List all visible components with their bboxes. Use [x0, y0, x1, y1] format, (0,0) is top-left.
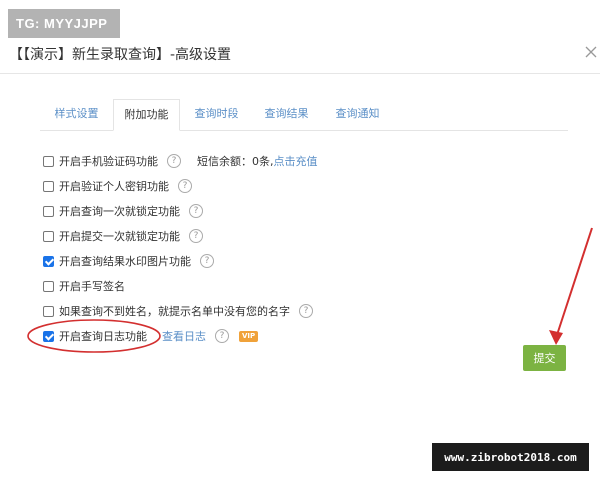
dialog-title: 【【演示】新生录取查询】-高级设置 — [9, 47, 232, 63]
checkbox[interactable] — [43, 280, 54, 292]
watermark-tag: TG: MYYJJPP — [8, 9, 120, 38]
sms-balance: 短信余额：0条, — [197, 155, 274, 168]
option-handwritten-signature: 开启手写签名 — [43, 278, 125, 294]
checkbox[interactable] — [43, 155, 54, 167]
checkbox[interactable] — [43, 205, 54, 217]
option-lock-after-query: 开启查询一次就锁定功能 ? — [43, 203, 203, 219]
option-lock-after-submit: 开启提交一次就锁定功能 ? — [43, 228, 203, 244]
option-label: 开启提交一次就锁定功能 — [59, 230, 180, 243]
option-watermark-image: 开启查询结果水印图片功能 ? — [43, 253, 214, 269]
checkbox[interactable] — [43, 180, 54, 192]
help-icon[interactable]: ? — [215, 329, 229, 343]
option-label: 开启查询日志功能 — [59, 330, 147, 343]
option-name-not-found-prompt: 如果查询不到姓名，就提示名单中没有您的名字 ? — [43, 303, 313, 319]
vip-badge: VIP — [239, 330, 259, 342]
checkbox[interactable] — [43, 230, 54, 242]
option-label: 开启验证个人密钥功能 — [59, 180, 169, 193]
checkbox-checked[interactable] — [43, 330, 54, 342]
header-divider — [0, 73, 600, 74]
help-icon[interactable]: ? — [167, 154, 181, 168]
view-log-link[interactable]: 查看日志 — [162, 328, 206, 344]
option-label: 开启手机验证码功能 — [59, 155, 158, 168]
option-personal-key: 开启验证个人密钥功能 ? — [43, 178, 192, 194]
option-label: 如果查询不到姓名，就提示名单中没有您的名字 — [59, 305, 290, 318]
option-query-log: 开启查询日志功能 查看日志 ? VIP — [43, 328, 259, 344]
help-icon[interactable]: ? — [178, 179, 192, 193]
site-watermark: www.zibrobot2018.com — [432, 443, 589, 471]
checkbox[interactable] — [43, 305, 54, 317]
help-icon[interactable]: ? — [200, 254, 214, 268]
close-icon[interactable] — [583, 44, 599, 60]
recharge-link[interactable]: 点击充值 — [274, 153, 318, 169]
checkbox-checked[interactable] — [43, 255, 54, 267]
arrow-head-icon — [549, 330, 563, 345]
arrow-line — [555, 227, 593, 339]
tab-query-notify[interactable]: 查询通知 — [322, 99, 393, 130]
help-icon[interactable]: ? — [299, 304, 313, 318]
tab-bar: 样式设置 附加功能 查询时段 查询结果 查询通知 — [40, 99, 568, 131]
help-icon[interactable]: ? — [189, 204, 203, 218]
tab-extra-features[interactable]: 附加功能 — [113, 99, 180, 131]
option-label: 开启手写签名 — [59, 280, 125, 293]
submit-button[interactable]: 提交 — [523, 345, 566, 371]
tab-query-results[interactable]: 查询结果 — [251, 99, 322, 130]
tab-style-settings[interactable]: 样式设置 — [40, 99, 113, 130]
option-label: 开启查询一次就锁定功能 — [59, 205, 180, 218]
option-label: 开启查询结果水印图片功能 — [59, 255, 191, 268]
option-sms-verification: 开启手机验证码功能 ? 短信余额：0条, 点击充值 — [43, 153, 318, 169]
help-icon[interactable]: ? — [189, 229, 203, 243]
tab-query-period[interactable]: 查询时段 — [182, 99, 251, 130]
